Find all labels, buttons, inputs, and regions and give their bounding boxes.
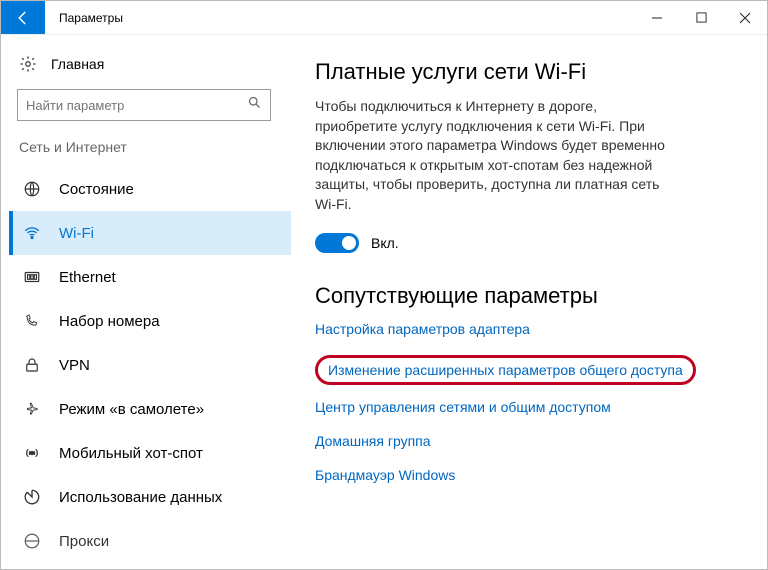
link-firewall[interactable]: Брандмауэр Windows xyxy=(315,467,747,483)
maximize-button[interactable] xyxy=(679,1,723,34)
wifi-icon xyxy=(21,224,43,242)
back-button[interactable] xyxy=(1,1,45,34)
home-label: Главная xyxy=(51,56,104,72)
hotspot-icon xyxy=(21,444,43,462)
nav-label: VPN xyxy=(59,357,90,374)
nav-item-datausage[interactable]: Использование данных xyxy=(9,475,291,519)
section-heading-paid-wifi: Платные услуги сети Wi-Fi xyxy=(315,59,747,85)
toggle-label: Вкл. xyxy=(371,235,399,251)
nav-label: Ethernet xyxy=(59,269,116,286)
settings-window: Параметры Главная Сет xyxy=(0,0,768,570)
search-box[interactable] xyxy=(17,89,271,121)
nav: Состояние Wi-Fi Ethernet xyxy=(9,167,291,563)
airplane-icon xyxy=(21,400,43,418)
related-links: Настройка параметров адаптера Изменение … xyxy=(315,321,747,483)
link-advanced-sharing[interactable]: Изменение расширенных параметров общего … xyxy=(328,362,683,378)
ethernet-icon xyxy=(21,268,43,286)
close-button[interactable] xyxy=(723,1,767,34)
link-network-center[interactable]: Центр управления сетями и общим доступом xyxy=(315,399,747,415)
section-heading-related: Сопутствующие параметры xyxy=(315,283,747,309)
dialup-icon xyxy=(21,312,43,330)
nav-item-dialup[interactable]: Набор номера xyxy=(9,299,291,343)
titlebar: Параметры xyxy=(1,1,767,35)
home-button[interactable]: Главная xyxy=(9,45,291,83)
nav-item-hotspot[interactable]: Мобильный хот-спот xyxy=(9,431,291,475)
nav-item-ethernet[interactable]: Ethernet xyxy=(9,255,291,299)
nav-label: Использование данных xyxy=(59,489,222,506)
nav-label: Мобильный хот-спот xyxy=(59,445,203,462)
paid-wifi-description: Чтобы подключиться к Интернету в дороге,… xyxy=(315,97,675,215)
paid-wifi-toggle[interactable] xyxy=(315,233,359,253)
search-input[interactable] xyxy=(26,98,247,113)
nav-label: Режим «в самолете» xyxy=(59,401,204,418)
status-icon xyxy=(21,180,43,198)
gear-icon xyxy=(17,55,39,73)
data-usage-icon xyxy=(21,488,43,506)
vpn-icon xyxy=(21,356,43,374)
nav-item-proxy[interactable]: Прокси xyxy=(9,519,291,563)
search-icon xyxy=(247,95,262,115)
link-homegroup[interactable]: Домашняя группа xyxy=(315,433,747,449)
nav-label: Прокси xyxy=(59,533,109,550)
sidebar: Главная Сеть и Интернет Состояние xyxy=(1,35,291,569)
nav-label: Набор номера xyxy=(59,313,160,330)
minimize-button[interactable] xyxy=(635,1,679,34)
nav-item-airplane[interactable]: Режим «в самолете» xyxy=(9,387,291,431)
nav-label: Состояние xyxy=(59,181,134,198)
highlight-annotation: Изменение расширенных параметров общего … xyxy=(315,355,696,385)
nav-label: Wi-Fi xyxy=(59,225,94,242)
content-pane: Платные услуги сети Wi-Fi Чтобы подключи… xyxy=(291,35,767,569)
nav-item-status[interactable]: Состояние xyxy=(9,167,291,211)
toggle-row: Вкл. xyxy=(315,233,747,253)
window-title: Параметры xyxy=(45,1,123,34)
link-adapter-settings[interactable]: Настройка параметров адаптера xyxy=(315,321,747,337)
nav-item-vpn[interactable]: VPN xyxy=(9,343,291,387)
proxy-icon xyxy=(21,532,43,550)
category-title: Сеть и Интернет xyxy=(9,135,291,167)
nav-item-wifi[interactable]: Wi-Fi xyxy=(9,211,291,255)
